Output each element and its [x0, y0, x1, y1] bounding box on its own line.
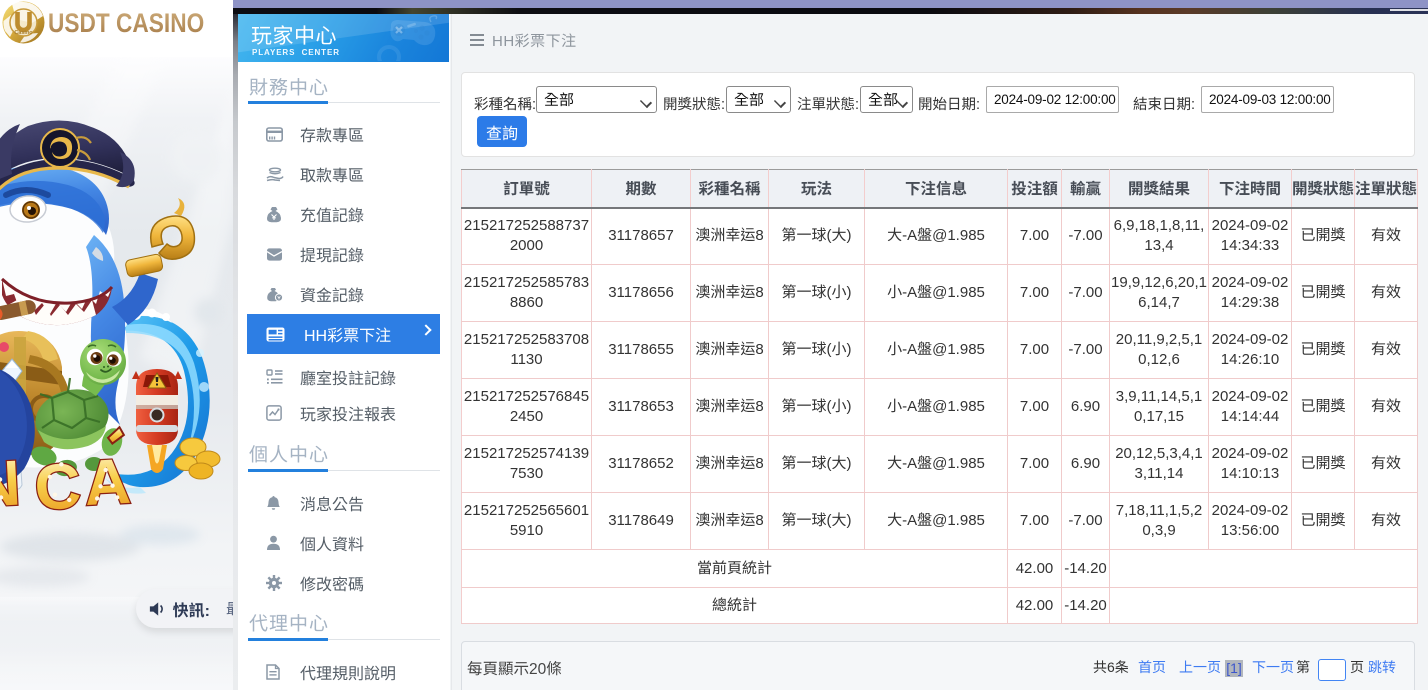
svg-text:A: A: [82, 445, 132, 519]
svg-text:Casino: Casino: [14, 30, 33, 36]
svg-text:N: N: [0, 446, 22, 520]
svg-text:C: C: [33, 449, 83, 523]
